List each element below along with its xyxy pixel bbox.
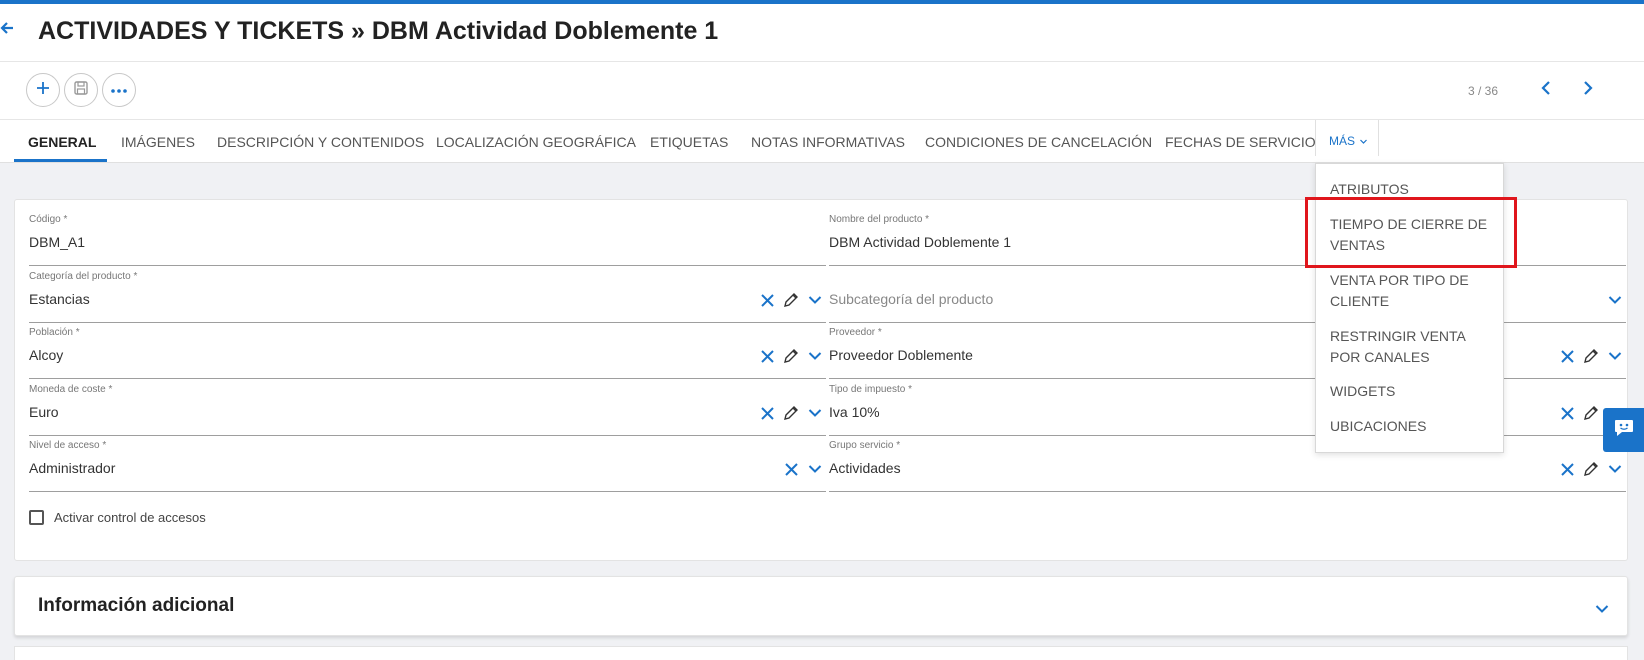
menu-item-widgets[interactable]: WIDGETS	[1330, 381, 1498, 402]
chevron-down-icon[interactable]	[1606, 291, 1624, 309]
pager-count: 3 / 36	[1468, 84, 1499, 98]
moneda-label: Moneda de coste *	[29, 384, 113, 395]
proveedor-value: Proveedor Doblemente	[829, 347, 973, 363]
ellipsis-icon	[110, 81, 128, 99]
poblacion-field[interactable]: Población * Alcoy	[29, 327, 826, 379]
chat-icon	[1613, 418, 1635, 443]
edit-icon[interactable]	[782, 291, 800, 309]
subcategoria-field[interactable]: Subcategoría del producto	[829, 271, 1626, 323]
control-accesos-label: Activar control de accesos	[54, 510, 206, 525]
chevron-left-icon[interactable]	[1540, 76, 1552, 102]
chevron-down-icon[interactable]	[806, 347, 824, 365]
chevron-down-icon[interactable]	[1606, 347, 1624, 365]
impuesto-label: Tipo de impuesto *	[829, 384, 913, 395]
edit-icon[interactable]	[1582, 460, 1600, 478]
toolbar: 3 / 36	[0, 62, 1644, 120]
caret-down-icon	[1360, 133, 1367, 147]
more-actions-button[interactable]	[102, 73, 136, 107]
tab-imagenes[interactable]: IMÁGENES	[121, 134, 195, 150]
poblacion-label: Población *	[29, 327, 80, 338]
chevron-right-icon[interactable]	[1582, 76, 1594, 102]
edit-icon[interactable]	[1582, 347, 1600, 365]
proveedor-field[interactable]: Proveedor * Proveedor Doblemente	[829, 327, 1626, 379]
poblacion-value: Alcoy	[29, 347, 64, 363]
impuesto-field[interactable]: Tipo de impuesto * Iva 10%	[829, 384, 1626, 436]
chevron-down-icon[interactable]	[1595, 601, 1609, 619]
nombre-label: Nombre del producto *	[829, 214, 930, 225]
chevron-down-icon[interactable]	[806, 404, 824, 422]
highlight-box	[1305, 197, 1517, 268]
clear-icon[interactable]	[1558, 347, 1576, 365]
clear-icon[interactable]	[758, 291, 776, 309]
tab-fechas[interactable]: FECHAS DE SERVICIO	[1165, 134, 1316, 150]
codigo-label: Código *	[29, 214, 68, 225]
active-tab-indicator	[14, 159, 107, 162]
save-button[interactable]	[64, 73, 98, 107]
tab-etiquetas[interactable]: ETIQUETAS	[650, 134, 728, 150]
menu-item-venta-tipo-cliente[interactable]: VENTA POR TIPO DE CLIENTE	[1330, 270, 1498, 312]
edit-icon[interactable]	[782, 347, 800, 365]
clear-icon[interactable]	[1558, 460, 1576, 478]
categoria-value: Estancias	[29, 291, 90, 307]
info-adicional-section[interactable]: Información adicional	[14, 576, 1628, 636]
categoria-field[interactable]: Categoría del producto * Estancias	[29, 271, 826, 323]
tab-localizacion[interactable]: LOCALIZACIÓN GEOGRÁFICA	[436, 134, 636, 150]
page-title: ACTIVIDADES Y TICKETS » DBM Actividad Do…	[38, 17, 719, 45]
menu-item-ubicaciones[interactable]: UBICACIONES	[1330, 416, 1498, 437]
codigo-value: DBM_A1	[29, 234, 86, 250]
codigo-field[interactable]: Código * DBM_A1	[29, 214, 826, 266]
save-icon	[73, 80, 89, 101]
tabs-bar: GENERAL IMÁGENES DESCRIPCIÓN Y CONTENIDO…	[0, 120, 1644, 163]
nivel-acceso-label: Nivel de acceso *	[29, 440, 107, 451]
chat-help-button[interactable]	[1603, 408, 1644, 452]
chevron-down-icon[interactable]	[806, 291, 824, 309]
grupo-servicio-field[interactable]: Grupo servicio * Actividades	[829, 440, 1626, 492]
add-button[interactable]	[26, 73, 60, 107]
section-title: Información adicional	[38, 595, 235, 616]
next-section	[14, 646, 1628, 660]
chevron-down-icon[interactable]	[806, 460, 824, 478]
edit-icon[interactable]	[1582, 404, 1600, 422]
grupo-servicio-value: Actividades	[829, 460, 901, 476]
chevron-down-icon[interactable]	[1606, 460, 1624, 478]
control-accesos-checkbox[interactable]	[29, 510, 44, 525]
tab-condiciones[interactable]: CONDICIONES DE CANCELACIÓN	[925, 134, 1152, 150]
grupo-servicio-label: Grupo servicio *	[829, 440, 901, 451]
impuesto-value: Iva 10%	[829, 404, 880, 420]
moneda-value: Euro	[29, 404, 59, 420]
tab-notas[interactable]: NOTAS INFORMATIVAS	[751, 134, 905, 150]
plus-icon	[35, 80, 51, 101]
clear-icon[interactable]	[758, 347, 776, 365]
clear-icon[interactable]	[1558, 404, 1576, 422]
page-header: ACTIVIDADES Y TICKETS » DBM Actividad Do…	[0, 4, 1644, 62]
clear-icon[interactable]	[758, 404, 776, 422]
tab-general[interactable]: GENERAL	[28, 134, 96, 150]
clear-icon[interactable]	[782, 460, 800, 478]
tab-mas-label: MÁS	[1329, 134, 1356, 148]
proveedor-label: Proveedor *	[829, 327, 882, 338]
nivel-acceso-field[interactable]: Nivel de acceso * Administrador	[29, 440, 826, 492]
categoria-label: Categoría del producto *	[29, 271, 138, 282]
tab-descripcion[interactable]: DESCRIPCIÓN Y CONTENIDOS	[217, 134, 424, 150]
edit-icon[interactable]	[782, 404, 800, 422]
tab-mas[interactable]: MÁS	[1315, 120, 1379, 156]
menu-item-restringir-canales[interactable]: RESTRINGIR VENTA POR CANALES	[1330, 326, 1498, 368]
control-accesos-row: Activar control de accesos	[29, 510, 206, 525]
subcategoria-placeholder: Subcategoría del producto	[829, 291, 994, 307]
moneda-field[interactable]: Moneda de coste * Euro	[29, 384, 826, 436]
arrow-left-icon[interactable]	[0, 18, 14, 41]
nombre-value: DBM Actividad Doblemente 1	[829, 234, 1012, 250]
nivel-acceso-value: Administrador	[29, 460, 116, 476]
